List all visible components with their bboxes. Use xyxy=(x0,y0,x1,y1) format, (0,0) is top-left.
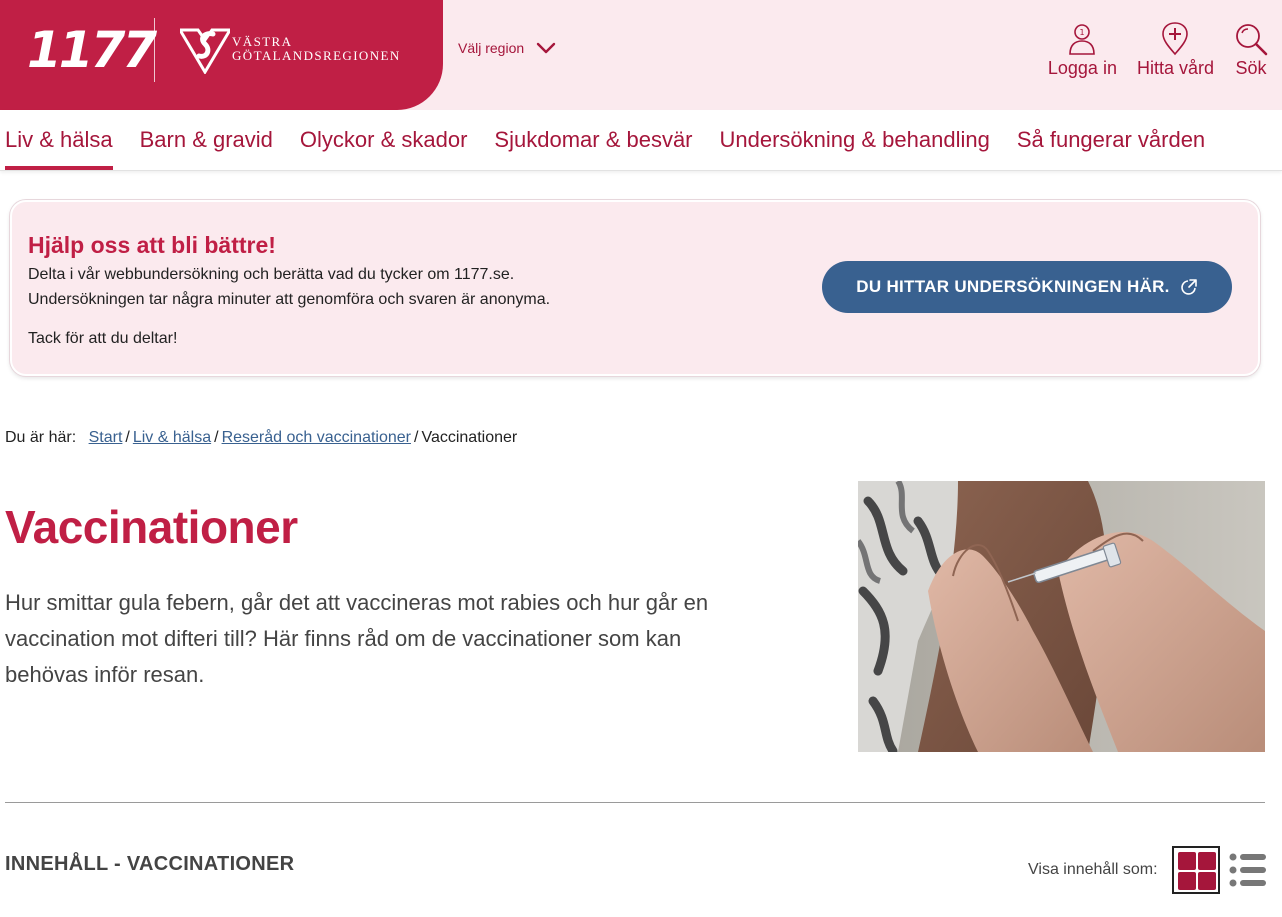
list-view-icon[interactable] xyxy=(1228,850,1268,890)
banner-text-line-2: Undersökningen tar några minuter att gen… xyxy=(28,291,551,308)
survey-banner: Hjälp oss att bli bättre! Delta i vår we… xyxy=(10,200,1260,376)
person-icon: 1 xyxy=(1069,24,1096,55)
chevron-down-icon xyxy=(536,42,556,54)
brand-divider xyxy=(154,18,155,82)
vgr-logo-line-2: GÖTALANDSREGIONEN xyxy=(232,48,401,63)
search-label: Sök xyxy=(1235,58,1267,78)
region-select[interactable]: Välj region xyxy=(458,40,556,56)
survey-button-label: DU HITTAR UNDERSÖKNINGEN HÄR. xyxy=(856,277,1170,296)
nav-item-olyckor-och-skador[interactable]: Olyckor & skador xyxy=(300,110,468,170)
breadcrumb: Du är här: Start / Liv & hälsa / Reseråd och… xyxy=(5,429,518,446)
logo-1177[interactable]: 1177 xyxy=(27,22,157,78)
nav-item-liv-och-halsa[interactable]: Liv & hälsa xyxy=(5,110,113,170)
banner-text-line-1: Delta i vår webbundersökning och berätta… xyxy=(28,266,515,283)
breadcrumb-link-start[interactable]: Start xyxy=(89,429,123,446)
find-care-button[interactable]: Hitta vård xyxy=(1137,22,1214,79)
top-actions: 1 Logga in Hitta vård Sök xyxy=(1048,22,1282,79)
page-title: Vaccinationer xyxy=(5,501,298,553)
nav-item-sjukdomar-och-besvar[interactable]: Sjukdomar & besvär xyxy=(494,110,692,170)
login-label: Logga in xyxy=(1047,58,1117,78)
vgr-logo-line-1: VÄSTRA xyxy=(232,34,293,49)
vgr-logo-text: VÄSTRA GÖTALANDSREGIONEN xyxy=(232,35,401,63)
banner-text: Delta i vår webbundersökning och berätta… xyxy=(28,262,550,312)
site-header: 1177 VÄSTRA GÖTALANDSREGIONEN Välj regio… xyxy=(0,0,1282,110)
search-button[interactable]: Sök xyxy=(1234,22,1268,79)
breadcrumb-link-reserad[interactable]: Reseråd och vaccinationer xyxy=(222,429,411,446)
nav-item-sa-fungerar-varden[interactable]: Så fungerar vården xyxy=(1017,110,1205,170)
external-link-icon xyxy=(1180,279,1197,295)
search-icon xyxy=(1236,24,1268,56)
main-nav: Liv & hälsa Barn & gravid Olyckor & skad… xyxy=(0,110,1282,171)
nav-item-undersokning-och-behandling[interactable]: Undersökning & behandling xyxy=(720,110,990,170)
find-care-label: Hitta vård xyxy=(1136,58,1214,78)
vgr-logo-icon[interactable] xyxy=(180,28,230,74)
section-divider xyxy=(5,802,1265,803)
grid-view-icon xyxy=(1178,852,1196,870)
region-select-label: Välj region xyxy=(458,40,525,56)
breadcrumb-lead: Du är här: xyxy=(5,429,77,446)
vaccination-photo xyxy=(858,481,1265,752)
location-pin-plus-icon xyxy=(1162,22,1189,56)
content-heading: INNEHÅLL - VACCINATIONER xyxy=(5,853,295,875)
svg-text:1: 1 xyxy=(1080,28,1085,37)
survey-button[interactable]: DU HITTAR UNDERSÖKNINGEN HÄR. xyxy=(822,261,1232,313)
nav-item-barn-och-gravid[interactable]: Barn & gravid xyxy=(140,110,273,170)
grid-view-toggle[interactable] xyxy=(1172,846,1220,894)
view-mode-label: Visa innehåll som: xyxy=(1028,861,1158,878)
page-intro: Hur smittar gula febern, går det att vac… xyxy=(5,590,709,687)
banner-title: Hjälp oss att bli bättre! xyxy=(28,232,276,258)
vaccination-photo-illustration xyxy=(858,481,1265,752)
banner-thanks: Tack för att du deltar! xyxy=(28,330,178,347)
breadcrumb-current: Vaccinationer xyxy=(421,429,518,446)
breadcrumb-link-liv-och-halsa[interactable]: Liv & hälsa xyxy=(133,429,211,446)
login-button[interactable]: 1 Logga in xyxy=(1048,22,1117,79)
brand-area: 1177 VÄSTRA GÖTALANDSREGIONEN xyxy=(0,0,443,110)
